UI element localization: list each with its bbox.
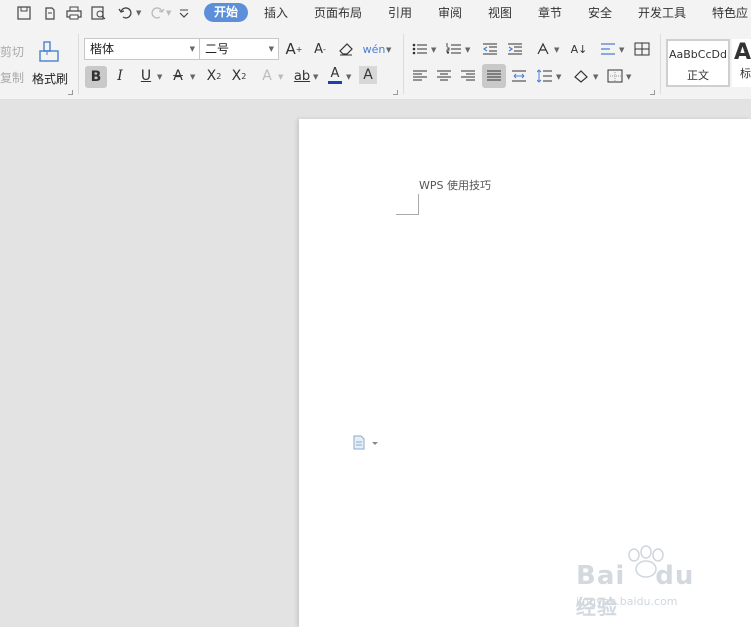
undo-icon[interactable]	[115, 3, 135, 23]
menu-bar: ▼ ▼ 开始 插入 页面布局 引用 审阅 视图 章节 安全 开发工具 特色应	[0, 0, 751, 26]
tab-developer[interactable]: 开发工具	[638, 4, 686, 21]
tab-home[interactable]: 开始	[204, 3, 248, 22]
align-center-icon[interactable]	[434, 66, 454, 86]
borders-dropdown-icon[interactable]: ▼	[626, 73, 631, 81]
text-direction-icon[interactable]	[533, 39, 553, 59]
text-direction-dropdown-icon[interactable]: ▼	[554, 46, 559, 54]
watermark-brand: Bai du经验	[576, 561, 695, 619]
tab-special[interactable]: 特色应	[712, 4, 748, 21]
tab-chapter[interactable]: 章节	[538, 4, 562, 21]
cut-button[interactable]: 剪切	[0, 43, 24, 60]
phonetic-dropdown-icon[interactable]: ▼	[386, 46, 391, 54]
distributed-align-icon[interactable]	[509, 66, 529, 86]
format-painter-icon[interactable]	[38, 40, 62, 64]
clipboard-icon[interactable]	[40, 3, 60, 23]
align-left-icon[interactable]	[410, 66, 430, 86]
phonetic-guide-icon[interactable]: wén	[363, 39, 386, 59]
tab-review[interactable]: 审阅	[438, 4, 462, 21]
format-painter-button[interactable]: 格式刷	[32, 70, 68, 87]
style-normal[interactable]: AaBbCcDd 正文	[666, 39, 730, 87]
strikethrough-dropdown-icon[interactable]: ▼	[190, 73, 195, 81]
style-normal-label: 正文	[687, 69, 709, 82]
superscript-button[interactable]: X2	[204, 66, 224, 86]
margin-marker-horizontal	[396, 214, 418, 215]
print-icon[interactable]	[64, 3, 84, 23]
tab-view[interactable]: 视图	[488, 4, 512, 21]
font-color-dropdown-icon[interactable]: ▼	[346, 73, 351, 81]
style-heading-label: 标	[740, 67, 751, 80]
baidu-jingyan-watermark: Bai du经验 jingyan.baidu.com	[574, 545, 714, 619]
subscript-button[interactable]: X2	[229, 66, 249, 86]
margin-marker-vertical	[418, 194, 419, 215]
decrease-indent-icon[interactable]	[480, 39, 500, 59]
character-shading-icon[interactable]: A	[359, 66, 377, 84]
font-name-value: 楷体	[90, 42, 115, 56]
shrink-font-icon[interactable]: A-	[310, 39, 330, 59]
print-preview-icon[interactable]	[89, 3, 109, 23]
line-spacing-options-icon[interactable]	[598, 39, 618, 59]
shading-icon[interactable]	[571, 66, 591, 86]
ribbon: 剪切 复制 格式刷 楷体 ▼ 二号 ▼ A + A- wén ▼ B I U ▼ A …	[0, 26, 751, 100]
customize-toolbar-icon[interactable]	[174, 3, 194, 23]
clear-formatting-icon[interactable]	[336, 39, 356, 59]
clipboard-dialog-launcher[interactable]	[68, 90, 73, 95]
text-effect-icon[interactable]: A	[257, 66, 277, 86]
font-color-icon[interactable]: A	[325, 64, 345, 86]
highlight-dropdown-icon[interactable]: ▼	[313, 73, 318, 81]
show-hide-marks-icon[interactable]	[632, 39, 652, 59]
chevron-down-icon: ▼	[268, 45, 274, 53]
style-heading-preview: A	[734, 40, 751, 65]
font-name-select[interactable]: 楷体 ▼	[84, 38, 200, 60]
copy-button[interactable]: 复制	[0, 69, 24, 86]
shading-dropdown-icon[interactable]: ▼	[593, 73, 598, 81]
sort-icon[interactable]: A↓	[569, 39, 589, 59]
font-size-select[interactable]: 二号 ▼	[199, 38, 279, 60]
justify-icon[interactable]	[482, 64, 506, 88]
underline-button[interactable]: U	[136, 66, 156, 86]
options-dropdown-icon[interactable]: ▼	[619, 46, 624, 54]
chevron-down-icon: ▼	[189, 45, 195, 53]
document-icon	[353, 435, 378, 450]
undo-dropdown-icon[interactable]: ▼	[136, 9, 141, 17]
strikethrough-button[interactable]: A	[168, 66, 188, 86]
style-heading-1[interactable]: A 标	[732, 39, 751, 87]
font-size-value: 二号	[205, 42, 230, 56]
tab-security[interactable]: 安全	[588, 4, 612, 21]
separator	[403, 34, 404, 94]
increase-indent-icon[interactable]	[505, 39, 525, 59]
font-dialog-launcher[interactable]	[393, 90, 398, 95]
separator	[78, 34, 79, 94]
style-normal-preview: AaBbCcDd	[669, 48, 727, 61]
paste-options-button[interactable]	[352, 435, 382, 451]
document-text[interactable]: WPS 使用技巧	[419, 177, 491, 193]
redo-dropdown-icon[interactable]: ▼	[166, 9, 171, 17]
tab-page-layout[interactable]: 页面布局	[314, 4, 362, 21]
line-spacing-dropdown-icon[interactable]: ▼	[556, 73, 561, 81]
numbering-dropdown-icon[interactable]: ▼	[465, 46, 470, 54]
borders-icon[interactable]	[605, 66, 625, 86]
bullet-dropdown-icon[interactable]: ▼	[431, 46, 436, 54]
separator	[660, 34, 661, 94]
numbered-list-icon[interactable]	[444, 39, 464, 59]
highlight-icon[interactable]: ab	[292, 66, 312, 86]
bullet-list-icon[interactable]	[410, 39, 430, 59]
paragraph-dialog-launcher[interactable]	[650, 90, 655, 95]
line-spacing-icon[interactable]	[535, 66, 555, 86]
tab-references[interactable]: 引用	[388, 4, 412, 21]
redo-icon[interactable]	[148, 3, 168, 23]
align-right-icon[interactable]	[458, 66, 478, 86]
save-icon[interactable]	[14, 3, 34, 23]
underline-dropdown-icon[interactable]: ▼	[157, 73, 162, 81]
bold-button[interactable]: B	[85, 66, 107, 88]
watermark-url: jingyan.baidu.com	[576, 595, 678, 608]
grow-font-icon[interactable]: A +	[284, 39, 304, 59]
tab-insert[interactable]: 插入	[264, 4, 288, 21]
italic-button[interactable]: I	[110, 66, 130, 86]
text-effect-dropdown-icon[interactable]: ▼	[278, 73, 283, 81]
